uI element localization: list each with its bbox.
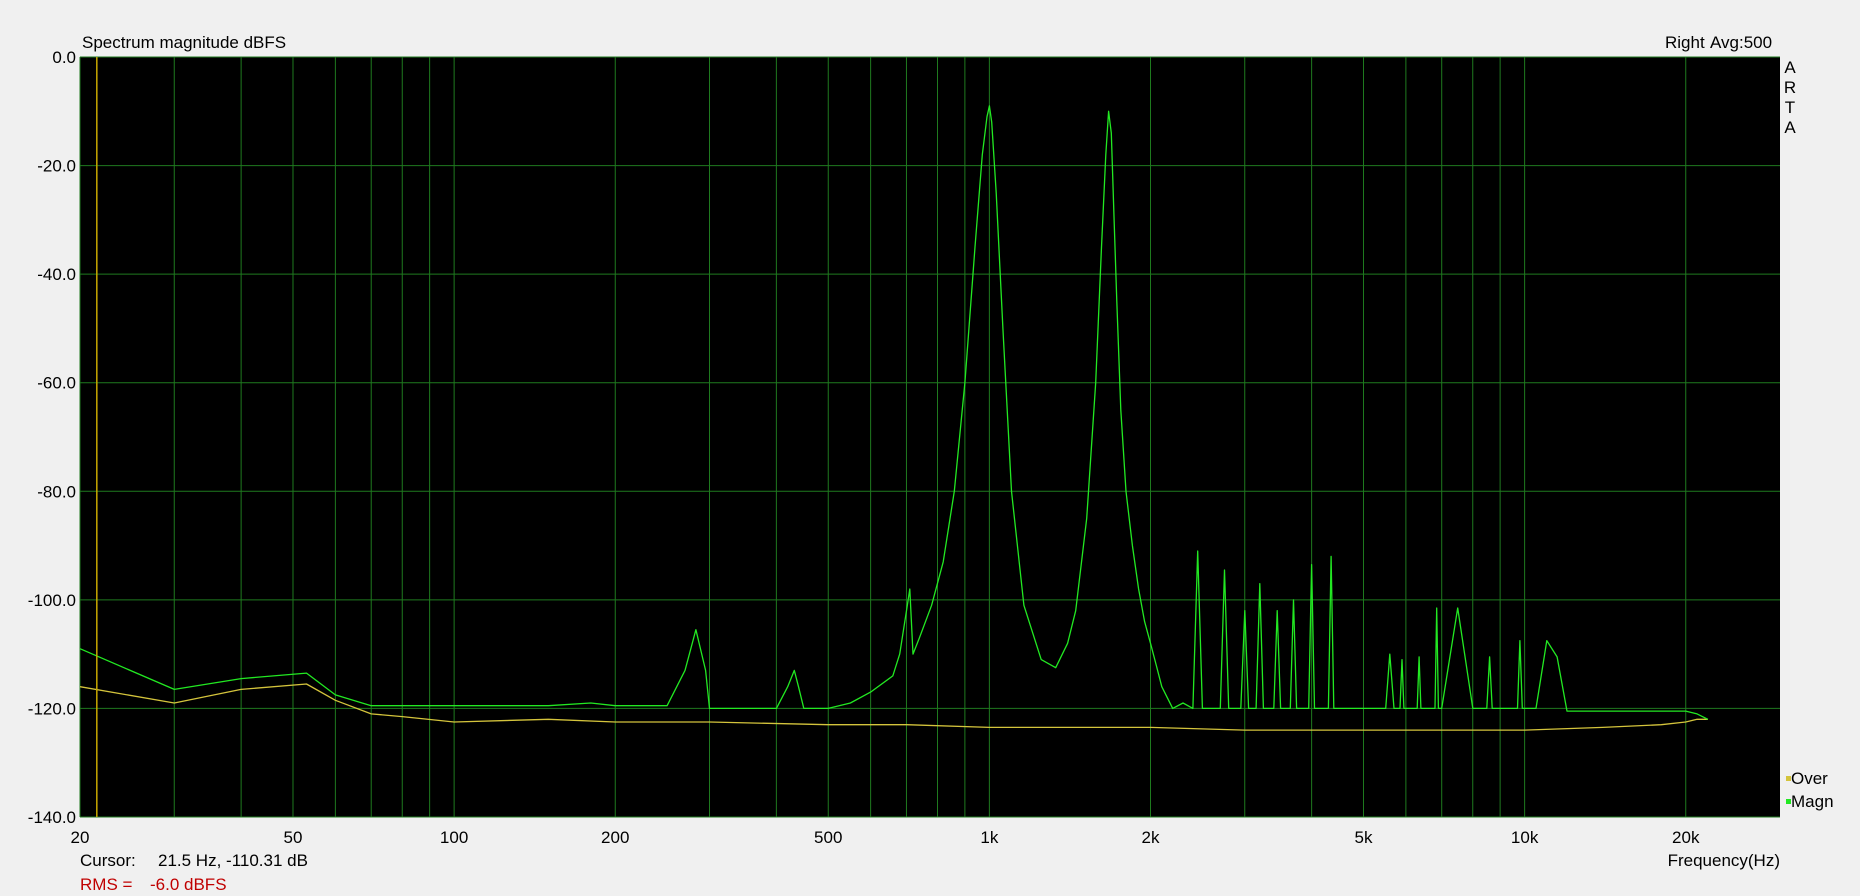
chart-title: Spectrum magnitude dBFS (82, 33, 286, 52)
x-tick-label: 50 (284, 828, 303, 847)
x-tick-label: 100 (440, 828, 468, 847)
x-tick-label: 2k (1142, 828, 1160, 847)
channel-label: Right (1665, 33, 1705, 52)
x-tick-label: 5k (1355, 828, 1373, 847)
brand-letter: A (1784, 118, 1796, 137)
brand-letter: R (1784, 78, 1796, 97)
y-tick-label: 0.0 (52, 48, 76, 67)
avg-label: Avg:500 (1710, 33, 1772, 52)
legend-label-over: Over (1791, 769, 1828, 788)
x-tick-label: 200 (601, 828, 629, 847)
legend: Over Magn (1786, 769, 1834, 811)
x-tick-label: 20k (1672, 828, 1700, 847)
x-tick-label: 10k (1511, 828, 1539, 847)
y-tick-label: -140.0 (28, 808, 76, 827)
x-tick-label: 500 (814, 828, 842, 847)
x-tick-labels: 20 50 100 200 500 1k 2k 5k 10k 20k (71, 828, 1700, 847)
y-tick-label: -20.0 (37, 157, 76, 176)
brand-letter: A (1784, 58, 1796, 77)
y-tick-label: -60.0 (37, 374, 76, 393)
y-tick-label: -100.0 (28, 591, 76, 610)
y-tick-labels: 0.0 -20.0 -40.0 -60.0 -80.0 -100.0 -120.0 -140.… (28, 48, 76, 827)
rms-label: RMS = (80, 875, 133, 894)
cursor-label: Cursor: (80, 851, 136, 870)
brand-vertical-text: ARTA (1784, 58, 1796, 137)
x-tick-label: 20 (71, 828, 90, 847)
y-tick-label: -40.0 (37, 265, 76, 284)
y-tick-label: -120.0 (28, 699, 76, 718)
brand-letter: T (1785, 98, 1795, 117)
legend-label-magn: Magn (1791, 792, 1834, 811)
spectrum-chart: 0.0 -20.0 -40.0 -60.0 -80.0 -100.0 -120.0 -140.… (28, 33, 1834, 894)
y-tick-label: -80.0 (37, 482, 76, 501)
rms-value: -6.0 dBFS (150, 875, 227, 894)
x-tick-label: 1k (980, 828, 998, 847)
x-axis-label: Frequency(Hz) (1668, 851, 1780, 870)
cursor-value: 21.5 Hz, -110.31 dB (158, 851, 308, 870)
